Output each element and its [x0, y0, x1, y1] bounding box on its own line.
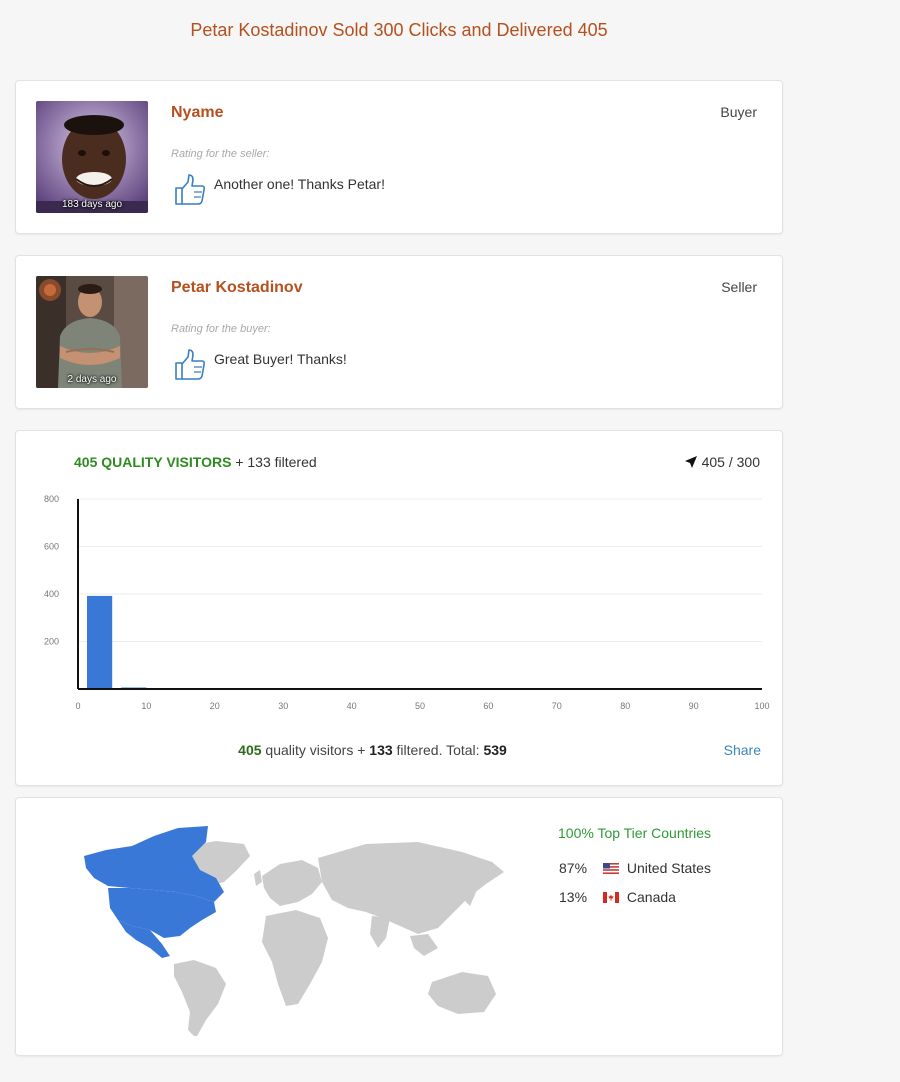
- top-tier-label: 100% Top Tier Countries: [558, 825, 712, 841]
- review-comment: Another one! Thanks Petar!: [214, 176, 385, 192]
- country-row-us: 87% United States: [559, 860, 711, 876]
- x-tick-label: 20: [210, 701, 220, 711]
- x-tick-label: 0: [75, 701, 80, 711]
- rating-label: Rating for the buyer:: [171, 323, 271, 335]
- geo-card: 100% Top Tier Countries 87% United State…: [15, 797, 783, 1056]
- country-name: United States: [626, 860, 711, 876]
- review-comment: Great Buyer! Thanks!: [214, 351, 347, 367]
- country-row-ca: 13% Canada: [559, 889, 676, 905]
- x-tick-label: 70: [552, 701, 562, 711]
- chart-summary: 405 quality visitors + 133 filtered. Tot…: [16, 742, 784, 758]
- progress-value: 405 / 300: [701, 454, 760, 470]
- share-link[interactable]: Share: [724, 742, 761, 758]
- x-tick-label: 60: [483, 701, 493, 711]
- review-age: 183 days ago: [61, 199, 123, 210]
- review-card-buyer: 183 days ago Nyame Buyer Rating for the …: [15, 80, 783, 234]
- country-name: Canada: [626, 889, 676, 905]
- reviewer-role: Buyer: [720, 104, 757, 120]
- y-tick-label: 600: [44, 542, 59, 552]
- reviewer-name[interactable]: Petar Kostadinov: [171, 279, 303, 297]
- x-tick-label: 90: [689, 701, 699, 711]
- x-tick-label: 40: [347, 701, 357, 711]
- y-tick-label: 400: [44, 589, 59, 599]
- quality-visitors-count: 405 QUALITY VISITORS: [74, 454, 232, 470]
- reviewer-name[interactable]: Nyame: [171, 104, 223, 122]
- map-other-countries: [174, 841, 504, 1036]
- reviewer-role: Seller: [721, 279, 757, 295]
- us-flag-icon: [602, 863, 619, 874]
- x-tick-label: 50: [415, 701, 425, 711]
- rating-label: Rating for the seller:: [171, 148, 270, 160]
- y-tick-label: 200: [44, 637, 59, 647]
- y-tick-label: 800: [44, 494, 59, 504]
- chart-bar: [87, 595, 113, 689]
- x-tick-label: 100: [754, 701, 769, 711]
- avatar-photo: [36, 276, 148, 388]
- avatar[interactable]: 2 days ago: [36, 276, 148, 388]
- country-percent: 13%: [559, 889, 588, 905]
- page-title: Petar Kostadinov Sold 300 Clicks and Del…: [190, 20, 608, 40]
- x-tick-label: 30: [278, 701, 288, 711]
- summary-filtered-text: filtered. Total:: [396, 742, 480, 758]
- x-tick-label: 10: [141, 701, 151, 711]
- thumbs-up-icon: [175, 349, 206, 380]
- avatar[interactable]: 183 days ago: [36, 101, 148, 213]
- world-map: [84, 826, 504, 1036]
- review-age: 2 days ago: [67, 374, 117, 385]
- visitors-bar-chart: 200 400 600 800 0 10 20 30 40 50 60 70 80 90 100: [44, 494, 770, 711]
- summary-total: 539: [483, 742, 507, 758]
- avatar-photo: [36, 101, 148, 213]
- visitors-chart-card: 405 QUALITY VISITORS + 133 filtered 405 …: [15, 430, 783, 786]
- summary-quality-text: quality visitors +: [265, 742, 366, 758]
- canada-flag-icon: [602, 892, 619, 903]
- location-arrow-icon: [684, 456, 697, 468]
- visitors-header: 405 QUALITY VISITORS + 133 filtered: [74, 454, 317, 470]
- x-tick-label: 80: [620, 701, 630, 711]
- review-card-seller: 2 days ago Petar Kostadinov Seller Ratin…: [15, 255, 783, 409]
- summary-quality: 405: [238, 742, 262, 758]
- filtered-count: + 133 filtered: [235, 454, 317, 470]
- country-percent: 87%: [559, 860, 588, 876]
- summary-filtered: 133: [369, 742, 393, 758]
- delivery-progress: 405 / 300: [684, 454, 760, 470]
- thumbs-up-icon: [175, 174, 206, 205]
